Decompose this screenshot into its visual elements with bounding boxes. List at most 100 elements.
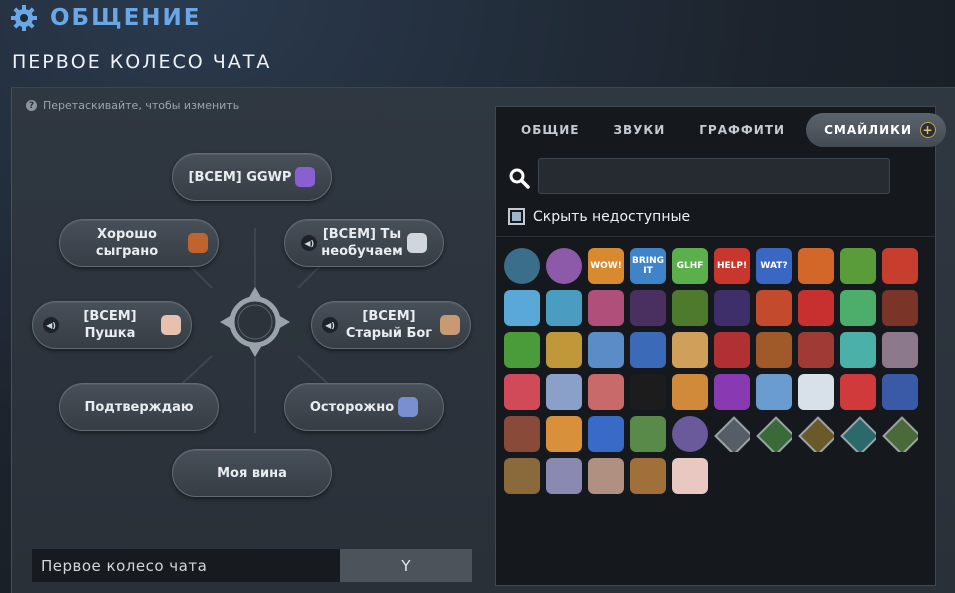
- wheel-slot-label: Подтверждаю: [84, 399, 194, 415]
- red-face-icon[interactable]: [798, 332, 834, 368]
- divider: [496, 236, 935, 237]
- cat-icon[interactable]: [546, 416, 582, 452]
- monkey-king-icon[interactable]: [798, 248, 834, 284]
- wheel-slot-lower-left[interactable]: Подтверждаю: [59, 383, 219, 431]
- crystal-creature-icon[interactable]: [504, 290, 540, 326]
- emote-caption: HELP!: [716, 261, 748, 271]
- stocking-icon[interactable]: [798, 290, 834, 326]
- muscle-icon[interactable]: [588, 458, 624, 494]
- speaker-icon: ◀): [43, 317, 59, 333]
- bring-it-icon[interactable]: BRING IT: [630, 248, 666, 284]
- dark-mask-icon[interactable]: [630, 290, 666, 326]
- wheel-slot-bottom[interactable]: Моя вина: [172, 449, 332, 497]
- screaming-icon[interactable]: [714, 332, 750, 368]
- green-cat-icon[interactable]: [840, 290, 876, 326]
- speaker-icon: ◀): [322, 317, 338, 333]
- laughing-creature-icon[interactable]: [672, 332, 708, 368]
- void-orb-icon[interactable]: [672, 416, 708, 452]
- shadow-icon[interactable]: [630, 374, 666, 410]
- whale-icon[interactable]: [882, 374, 918, 410]
- tab-label: СМАЙЛИКИ: [824, 123, 913, 137]
- teal-rune-icon[interactable]: [840, 416, 876, 452]
- emote-caption: BRING IT: [631, 256, 665, 276]
- pig-icon[interactable]: [588, 290, 624, 326]
- header: ОБЩЕНИЕ: [10, 0, 202, 36]
- angry-icon[interactable]: [714, 374, 750, 410]
- question-rune-icon[interactable]: [714, 416, 750, 452]
- puppet-icon[interactable]: [504, 416, 540, 452]
- gold-rune-icon[interactable]: [798, 416, 834, 452]
- bunny-icon[interactable]: [882, 248, 918, 284]
- lights-icon[interactable]: [504, 332, 540, 368]
- emote-caption: WOW!: [590, 261, 622, 271]
- ice-beast-icon[interactable]: [546, 290, 582, 326]
- search-icon: [509, 168, 530, 189]
- help-icon[interactable]: HELP!: [714, 248, 750, 284]
- wat-icon[interactable]: WAT?: [756, 248, 792, 284]
- wheel-slot-label: [ВСЕМ] GGWP: [188, 169, 292, 185]
- axe-icon[interactable]: [546, 458, 582, 494]
- shadow-dragon-icon[interactable]: [714, 290, 750, 326]
- search-row: [496, 155, 935, 201]
- wheel-slot-mid-right[interactable]: ◀) [ВСЕМ] Старый Бог: [311, 301, 471, 349]
- tab-label: ОБЩИЕ: [521, 123, 580, 137]
- bear-emote-icon: [188, 233, 208, 253]
- wow-icon[interactable]: WOW!: [588, 248, 624, 284]
- duck-icon[interactable]: [588, 416, 624, 452]
- tab-graffiti[interactable]: ГРАФФИТИ: [682, 113, 802, 147]
- search-input[interactable]: [538, 158, 890, 194]
- wheel-slot-top[interactable]: [ВСЕМ] GGWP: [172, 153, 332, 201]
- dragon-head-icon[interactable]: [630, 332, 666, 368]
- grin-icon[interactable]: [672, 374, 708, 410]
- hide-unavailable-checkbox[interactable]: [508, 208, 525, 225]
- lion-icon[interactable]: [546, 332, 582, 368]
- emote-grid: WOW! BRING IT GLHF HELP! WAT?: [504, 248, 928, 494]
- moss-rune-icon[interactable]: [882, 416, 918, 452]
- claw-icon[interactable]: [588, 374, 624, 410]
- gear-icon: [11, 5, 37, 31]
- wheel-center-icon: [220, 287, 290, 357]
- tab-emoticons[interactable]: СМАЙЛИКИ +: [806, 113, 947, 147]
- face-emote-icon: [161, 315, 181, 335]
- bird-icon[interactable]: [798, 374, 834, 410]
- speaker-icon: ◀): [301, 235, 318, 251]
- shell-curl-icon[interactable]: [630, 458, 666, 494]
- glhf-icon[interactable]: GLHF: [672, 248, 708, 284]
- hide-unavailable-row[interactable]: Скрыть недоступные: [508, 208, 690, 225]
- bear-icon[interactable]: [756, 332, 792, 368]
- emote-caption: GLHF: [676, 261, 704, 271]
- lantern-icon[interactable]: [882, 290, 918, 326]
- section-title: ПЕРВОЕ КОЛЕСО ЧАТА: [12, 51, 272, 73]
- witch-icon[interactable]: [672, 290, 708, 326]
- plus-icon[interactable]: +: [920, 122, 937, 138]
- horned-skull-icon[interactable]: [882, 332, 918, 368]
- dota-logo-icon[interactable]: [504, 248, 540, 284]
- wolf-icon[interactable]: [546, 374, 582, 410]
- tab-general[interactable]: ОБЩИЕ: [504, 113, 597, 147]
- shell-icon[interactable]: [546, 248, 582, 284]
- wheel-slot-label: Хорошо сыграно: [95, 227, 159, 259]
- wheel-slot-upper-left[interactable]: Хорошо сыграно: [59, 219, 219, 267]
- pale-face-icon[interactable]: [672, 458, 708, 494]
- wheel-slot-lower-right[interactable]: Осторожно: [284, 383, 444, 431]
- crest-icon[interactable]: [504, 458, 540, 494]
- old-god-emote-icon: [440, 315, 460, 335]
- tab-sounds[interactable]: ЗВУКИ: [597, 113, 683, 147]
- gift-box-icon[interactable]: [756, 290, 792, 326]
- chat-wheel-panel: ? Перетаскивайте, чтобы изменить [ВСЕМ] …: [11, 87, 955, 593]
- emote-caption: WAT?: [760, 261, 788, 271]
- page: ОБЩЕНИЕ ПЕРВОЕ КОЛЕСО ЧАТА ? Перетаскива…: [0, 0, 955, 593]
- checkbox-mark: [512, 212, 521, 221]
- fish-icon[interactable]: [840, 332, 876, 368]
- red-fox-icon[interactable]: [504, 374, 540, 410]
- tab-label: ГРАФФИТИ: [699, 123, 786, 137]
- wheel-slot-upper-right[interactable]: ◀) [ВСЕМ] Ты необучаем: [284, 219, 444, 267]
- wheel-slot-mid-left[interactable]: ◀) [ВСЕМ] Пушка: [32, 301, 192, 349]
- goblin-icon[interactable]: [840, 248, 876, 284]
- goblet-icon[interactable]: [840, 374, 876, 410]
- blue-ghost-icon[interactable]: [588, 332, 624, 368]
- robot-icon[interactable]: [756, 374, 792, 410]
- green-rune-icon[interactable]: [756, 416, 792, 452]
- sweater-icon[interactable]: [630, 416, 666, 452]
- hotkey-button[interactable]: Y: [340, 549, 472, 582]
